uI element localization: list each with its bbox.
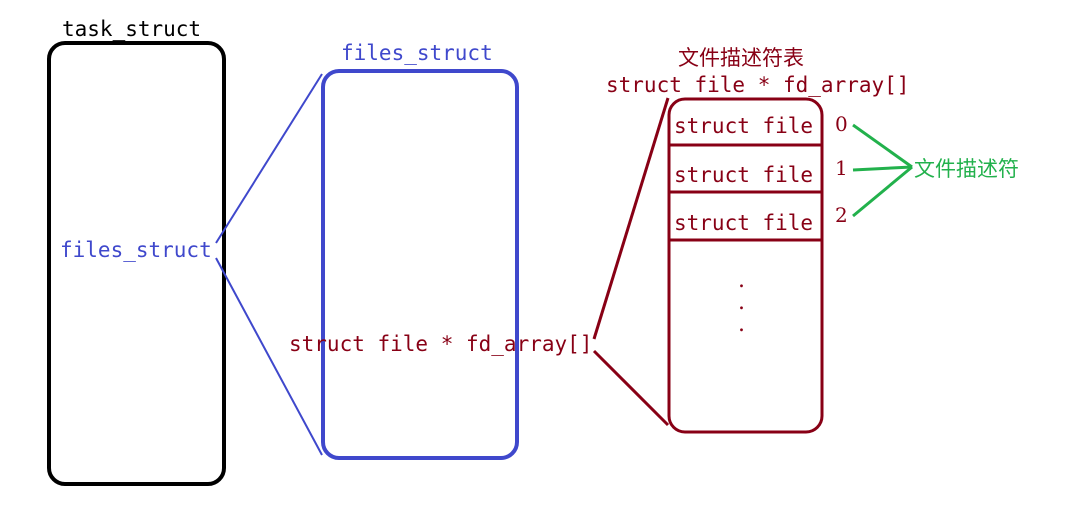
fd-index: 2 [835,203,848,227]
task-struct-title: task_struct [62,17,201,41]
expand-line-top-maroon [592,97,670,340]
descriptor-label: 文件描述符 [914,157,1019,181]
files-struct-box [321,69,519,460]
fd-index: 0 [835,112,848,136]
pointer-line-green [852,165,913,218]
expand-line-bottom-blue [215,257,323,456]
task-struct-files-field: files_struct [60,238,212,262]
fd-table-row: struct file [674,163,813,187]
pointer-line-green [852,165,913,172]
expand-line-bottom-maroon [592,349,670,427]
fd-table-row: struct file [674,211,813,235]
fd-table-row: struct file [674,114,813,138]
fd-table-subtitle: struct file * fd_array[] [606,73,909,97]
fd-index: 1 [835,156,848,180]
task-struct-box [47,41,226,486]
fd-array-field: struct file * fd_array[] [289,332,592,356]
fd-table-title: 文件描述符表 [678,46,804,70]
ellipsis-dot: . [738,312,745,337]
pointer-line-green [852,123,913,169]
file-descriptor-diagram: task_struct files_struct files_struct st… [47,17,1019,486]
files-struct-title: files_struct [341,41,493,65]
expand-line-top-blue [215,73,323,244]
fd-table-box [667,97,824,434]
